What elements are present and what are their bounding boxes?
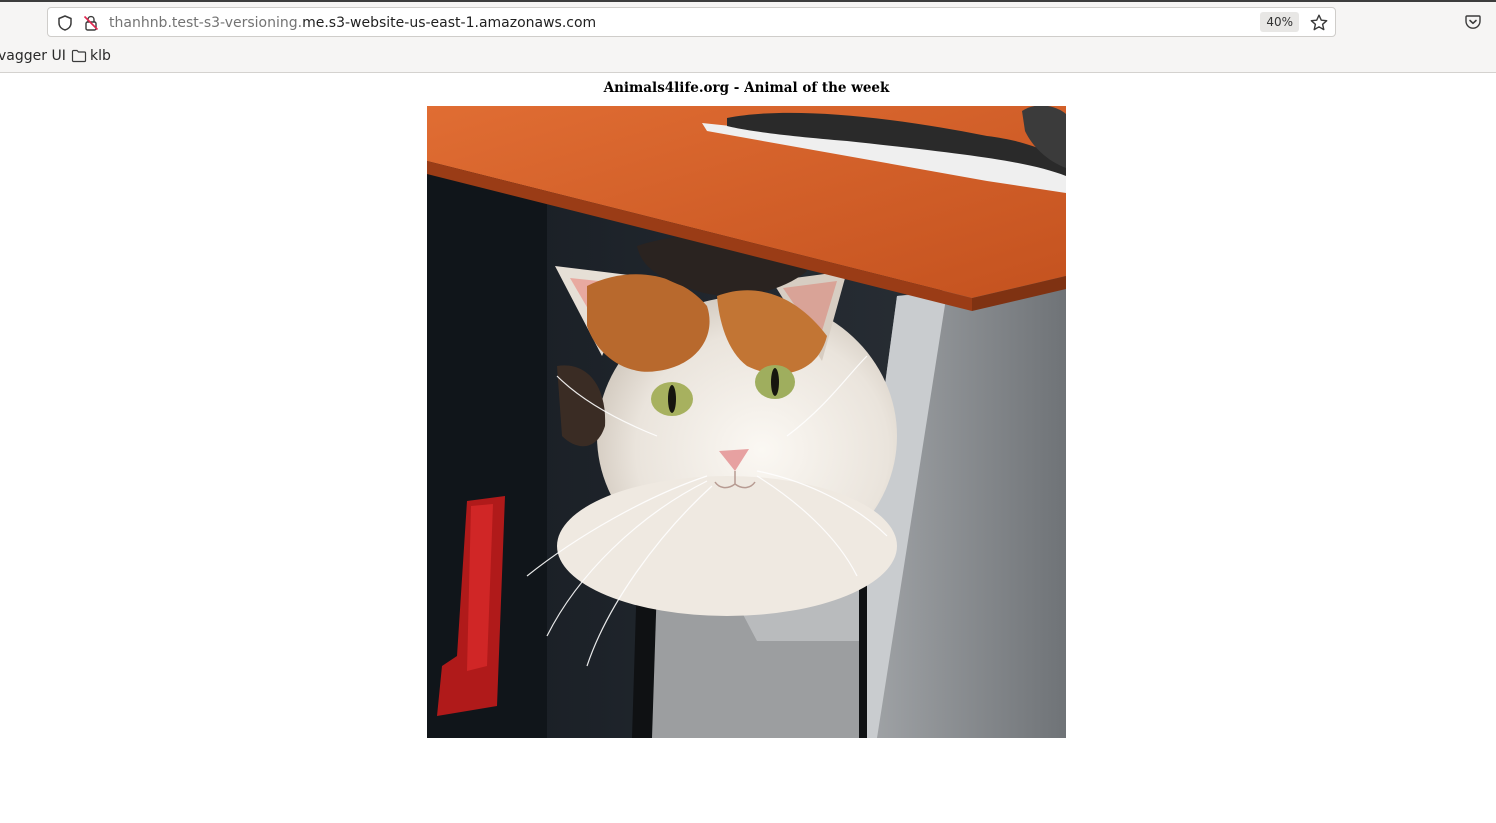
zoom-indicator[interactable]: 40% xyxy=(1260,12,1299,32)
url-text[interactable]: thanhnb.test-s3-versioning.me.s3-website… xyxy=(109,14,596,32)
bookmark-label: vagger UI xyxy=(0,48,66,64)
shield-icon[interactable] xyxy=(56,14,74,32)
star-icon[interactable] xyxy=(1309,13,1329,33)
url-domain: me.s3-website-us-east-1.amazonaws.com xyxy=(302,15,597,31)
window-edge xyxy=(0,0,1496,2)
pocket-icon[interactable] xyxy=(1464,13,1482,31)
folder-icon xyxy=(71,49,87,63)
browser-chrome: thanhnb.test-s3-versioning.me.s3-website… xyxy=(0,0,1496,73)
insecure-lock-icon[interactable] xyxy=(82,14,100,32)
url-subdomain: thanhnb.test-s3-versioning. xyxy=(109,15,303,31)
bookmark-folder-klb[interactable]: klb xyxy=(71,47,111,65)
cat-photo xyxy=(427,106,1066,738)
page-heading: Animals4life.org - Animal of the week xyxy=(603,80,890,96)
bookmark-label: klb xyxy=(90,48,111,64)
bookmarks-toolbar: vagger UI klb xyxy=(0,44,1496,68)
bookmark-swagger-ui[interactable]: vagger UI xyxy=(0,47,66,65)
address-bar[interactable]: thanhnb.test-s3-versioning.me.s3-website… xyxy=(47,7,1336,37)
